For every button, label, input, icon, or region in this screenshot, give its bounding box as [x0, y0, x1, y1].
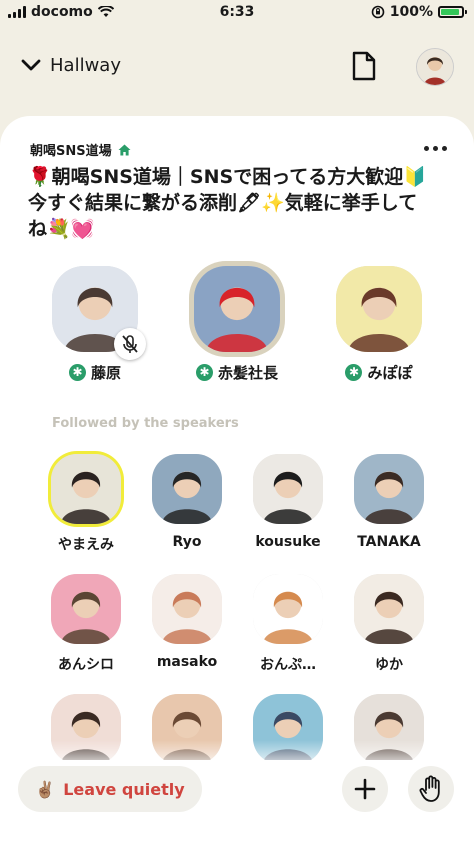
speaker-name: 藤原 [90, 364, 121, 382]
home-icon [118, 144, 131, 155]
listener-avatar[interactable] [51, 574, 121, 644]
hallway-label: Hallway [50, 54, 121, 76]
listener-tile[interactable]: masako [137, 574, 237, 670]
profile-avatar[interactable] [416, 48, 454, 86]
mic-muted-icon [114, 328, 146, 360]
listener-name: masako [156, 654, 218, 670]
leave-quietly-button[interactable]: ✌🏽 Leave quietly [18, 766, 202, 812]
peace-hand-icon: ✌🏽 [35, 779, 56, 799]
room-card: 朝喝SNS道場 🌹朝喝SNS道場｜SNSで困ってる方大歓迎🔰今すぐ結果に繋がる添… [0, 116, 474, 842]
listener-avatar[interactable] [152, 574, 222, 644]
battery-icon [438, 6, 467, 18]
listener-name: kousuke [255, 534, 321, 550]
speaker-avatar[interactable] [194, 266, 280, 352]
top-bar: Hallway [0, 44, 474, 90]
add-button[interactable] [342, 766, 388, 812]
listener-tile[interactable]: おんぷ… [238, 574, 338, 674]
listener-tile[interactable]: あんシロ [36, 574, 136, 674]
bottom-bar: ✌🏽 Leave quietly [0, 760, 474, 842]
speaker-tile[interactable]: ✱ 藤原 [40, 266, 150, 383]
listener-name: Ryo [172, 534, 202, 550]
listener-tile[interactable]: Ryo [137, 454, 237, 550]
speaker-tile[interactable]: ✱ 赤髪社長 [182, 266, 292, 383]
document-icon[interactable] [350, 50, 378, 82]
listener-avatar[interactable] [253, 574, 323, 644]
listener-tile[interactable]: やまえみ [36, 454, 136, 554]
listener-avatar[interactable] [253, 454, 323, 524]
listener-avatar[interactable] [152, 454, 222, 524]
club-name: 朝喝SNS道場 [30, 144, 112, 159]
listener-name: あんシロ [58, 657, 114, 673]
battery-percent: 100% [389, 4, 433, 20]
listener-tile[interactable]: TANAKA [339, 454, 439, 550]
chevron-down-icon [21, 59, 41, 71]
plus-icon [354, 778, 376, 800]
speaker-name-row: ✱ みぽぽ [324, 362, 434, 383]
room-title: 🌹朝喝SNS道場｜SNSで困ってる方大歓迎🔰今すぐ結果に繋がる添削🖋✨気軽に挙手… [28, 166, 427, 240]
hallway-button[interactable]: Hallway [20, 54, 121, 76]
speaker-name: みぽぽ [367, 364, 413, 382]
raise-hand-button[interactable] [408, 766, 454, 812]
orientation-lock-icon [371, 5, 385, 19]
moderator-icon: ✱ [68, 364, 86, 381]
club-link[interactable]: 朝喝SNS道場 [30, 140, 131, 159]
moderator-icon: ✱ [345, 364, 363, 381]
moderator-icon: ✱ [195, 364, 213, 381]
listener-tile[interactable]: ゆか [339, 574, 439, 674]
speaker-name-row: ✱ 赤髪社長 [182, 362, 292, 383]
listener-name: ゆか [375, 657, 403, 673]
listener-avatar[interactable] [51, 454, 121, 524]
speaker-name-row: ✱ 藤原 [40, 362, 150, 383]
status-bar: docomo 6:33 100% [0, 0, 474, 26]
leave-label: Leave quietly [63, 779, 185, 799]
listener-name: TANAKA [357, 534, 421, 550]
speaker-tile[interactable]: ✱ みぽぽ [324, 266, 434, 383]
speaker-name: 赤髪社長 [217, 364, 278, 382]
listener-avatar[interactable] [354, 454, 424, 524]
listener-name: おんぷ… [260, 657, 316, 673]
listener-name: やまえみ [58, 537, 114, 553]
more-options-button[interactable] [424, 146, 454, 156]
hand-icon [419, 775, 440, 802]
listener-tile[interactable]: kousuke [238, 454, 338, 550]
section-label: Followed by the speakers [52, 416, 239, 431]
listener-avatar[interactable] [354, 574, 424, 644]
speaker-avatar[interactable] [336, 266, 422, 352]
